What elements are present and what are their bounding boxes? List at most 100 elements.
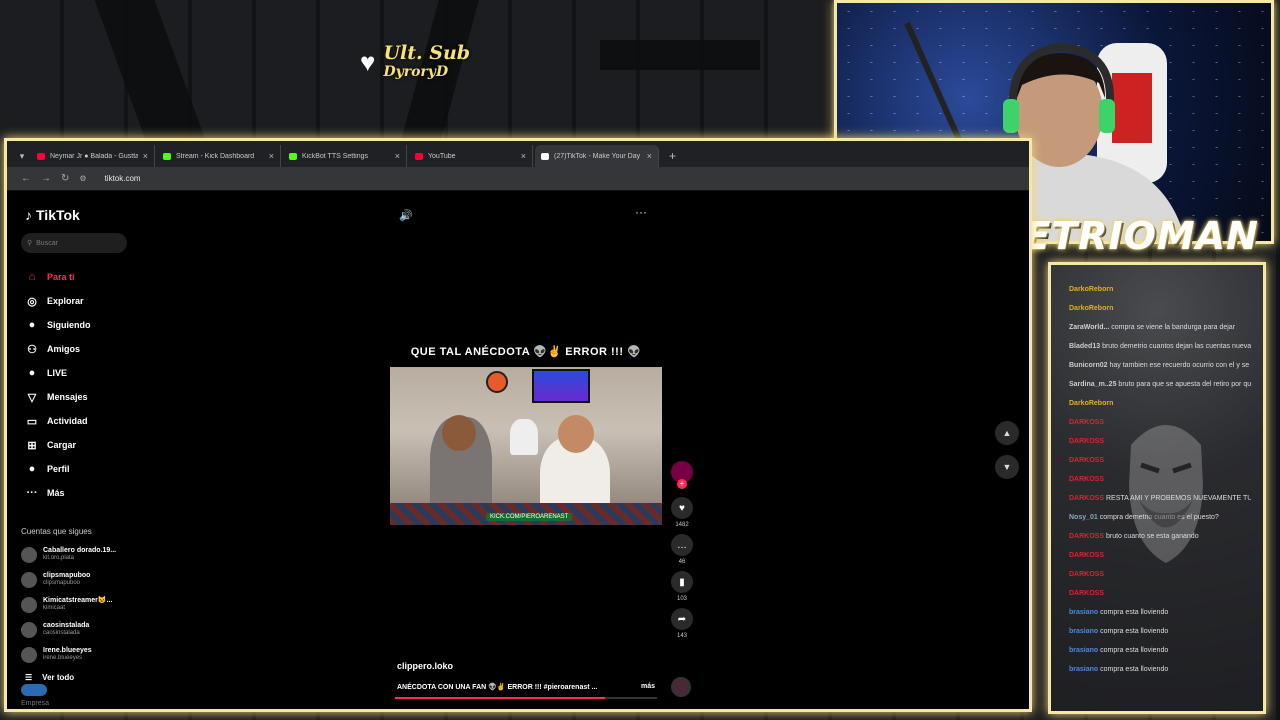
ceiling-beam	[600, 40, 760, 70]
forward-icon[interactable]: →	[41, 173, 51, 184]
previous-video-button[interactable]: ▲	[995, 421, 1019, 445]
sidebar-item-home[interactable]: ⌂ Para ti	[21, 265, 141, 289]
comment-icon[interactable]: …	[671, 534, 693, 556]
chat-username: brasiano	[1069, 628, 1099, 635]
browser-tab[interactable]: (27)TikTok - Make Your Day ×	[535, 145, 659, 167]
youtube-icon	[415, 152, 423, 160]
chat-text: bruto demetrio cuantos dejan las cuentas…	[1102, 343, 1251, 350]
messages-icon: ▽	[27, 391, 37, 404]
close-tab-icon[interactable]: ×	[521, 151, 526, 161]
chat-message: DarkoReborn	[1069, 304, 1251, 313]
home-icon: ⌂	[28, 271, 36, 283]
tab-list: Neymar Jr ● Balada - Gusttavo × Stream - K…	[31, 145, 659, 167]
chat-message: brasiano compra esta lloviendo	[1069, 646, 1251, 655]
music-disc-icon[interactable]	[671, 677, 691, 697]
tiktok-logo[interactable]: ♪ TikTok	[25, 207, 141, 223]
followed-account[interactable]: caosinstalada caosinstalada	[21, 617, 141, 642]
last-sub-label: Ult. Sub	[383, 42, 471, 64]
browser-tab[interactable]: KickBot TTS Settings ×	[283, 145, 407, 167]
comment-action[interactable]: … 46	[671, 534, 693, 565]
back-icon[interactable]: ←	[21, 173, 31, 184]
profile-icon: ●	[28, 463, 36, 475]
followed-account[interactable]: Caballero dorado.19... kit.oro.plata	[21, 542, 141, 567]
sidebar-item-compass[interactable]: ◎ Explorar	[21, 289, 141, 313]
chat-text: compra esta lloviendo	[1100, 628, 1169, 635]
reload-icon[interactable]: ↻	[61, 173, 69, 184]
sidebar-item-label: Actividad	[47, 416, 88, 426]
more-link[interactable]: más	[641, 683, 655, 691]
chat-username: DarkoReborn	[1069, 286, 1114, 293]
sidebar-item-activity[interactable]: ▭ Actividad	[21, 409, 141, 433]
wall-tv	[532, 369, 590, 403]
close-tab-icon[interactable]: ×	[143, 151, 148, 161]
tiktok-sidebar: ♪ TikTok ⚲ Buscar ⌂ Para ti ◎ Explorar ● Sigu…	[21, 203, 141, 707]
volume-icon[interactable]: 🔊	[399, 209, 413, 222]
chat-username: DarkoReborn	[1069, 305, 1114, 312]
chat-message: ZaraWorld... compra se viene la bandurga…	[1069, 323, 1251, 332]
chat-message: brasiano compra esta lloviendo	[1069, 608, 1251, 617]
like-action[interactable]: ♥ 1482	[671, 497, 693, 528]
sidebar-item-friends[interactable]: ⚇ Amigos	[21, 337, 141, 361]
bookmark-icon[interactable]: ▮	[671, 571, 693, 593]
browser-window: ▾ Neymar Jr ● Balada - Gusttavo × Stream -…	[4, 138, 1032, 712]
sidebar-item-more[interactable]: ··· Más	[21, 481, 141, 505]
sidebar-item-upload[interactable]: ⊞ Cargar	[21, 433, 141, 457]
account-name: Caballero dorado.19...	[43, 547, 117, 554]
sidebar-item-following[interactable]: ● Siguiendo	[21, 313, 141, 337]
video-username[interactable]: clippero.loko	[397, 661, 453, 671]
chat-text: compra esta lloviendo	[1100, 666, 1169, 673]
following-list: Caballero dorado.19... kit.oro.plata clips…	[21, 542, 141, 667]
sidebar-item-label: Cargar	[47, 440, 77, 450]
chat-username: Sardina_m..25	[1069, 381, 1117, 388]
chat-message: Sardina_m..25 bruto para que se apuesta …	[1069, 380, 1251, 389]
url-field[interactable]: tiktok.com	[105, 174, 141, 183]
followed-account[interactable]: Irene.blueeyes irene.blueeyes	[21, 642, 141, 667]
browser-tab[interactable]: Stream - Kick Dashboard ×	[157, 145, 281, 167]
next-video-button[interactable]: ▼	[995, 455, 1019, 479]
save-action[interactable]: ▮ 103	[671, 571, 693, 602]
follow-plus-icon[interactable]: +	[677, 479, 687, 489]
video-progress-bar[interactable]	[395, 697, 657, 699]
share-icon[interactable]: ➦	[671, 608, 693, 630]
chat-username: DARKOSS	[1069, 571, 1105, 578]
browser-tab[interactable]: YouTube ×	[409, 145, 533, 167]
followed-account[interactable]: Kimicatstreamer😺... kimicaat	[21, 592, 141, 617]
sidebar-item-messages[interactable]: ▽ Mensajes	[21, 385, 141, 409]
search-input[interactable]: ⚲ Buscar	[21, 233, 127, 253]
browser-tab[interactable]: Neymar Jr ● Balada - Gusttavo ×	[31, 145, 155, 167]
chat-username: ZaraWorld...	[1069, 324, 1110, 331]
close-tab-icon[interactable]: ×	[395, 151, 400, 161]
address-bar-row: ← → ↻ ⚙ tiktok.com	[7, 167, 1029, 191]
footer-link[interactable]: Empresa	[21, 700, 141, 707]
video-player[interactable]: KICK.COM/PIEROARENAST	[390, 367, 662, 525]
close-tab-icon[interactable]: ×	[647, 151, 652, 161]
followed-account[interactable]: clipsmapuboo clipsmapuboo	[21, 567, 141, 592]
search-icon: ⚲	[27, 240, 33, 247]
chat-message: brasiano compra esta lloviendo	[1069, 665, 1251, 674]
chat-username: DARKOSS	[1069, 590, 1105, 597]
theme-toggle[interactable]	[21, 684, 47, 696]
sidebar-item-profile[interactable]: ● Perfil	[21, 457, 141, 481]
heart-icon[interactable]: ♥	[671, 497, 693, 519]
creator-avatar[interactable]: +	[671, 461, 693, 489]
account-name: clipsmapuboo	[43, 572, 91, 579]
chat-username: DARKOSS	[1069, 495, 1105, 502]
site-info-icon[interactable]: ⚙	[79, 174, 86, 183]
sidebar-item-live[interactable]: ● LIVE	[21, 361, 141, 385]
kick-icon	[163, 152, 171, 160]
see-all-link[interactable]: ☰ Ver todo	[21, 673, 141, 682]
new-tab-button[interactable]: +	[661, 145, 684, 167]
person-right-head	[558, 415, 594, 453]
close-tab-icon[interactable]: ×	[269, 151, 274, 161]
chat-message: DARKOSS	[1069, 570, 1251, 579]
youtube-icon	[37, 152, 45, 160]
tab-search-icon[interactable]: ▾	[15, 145, 29, 167]
tab-title: KickBot TTS Settings	[302, 152, 369, 160]
more-options-icon[interactable]: ···	[635, 205, 647, 219]
share-action[interactable]: ➦ 143	[671, 608, 693, 639]
tiktok-wordmark: TikTok	[36, 207, 80, 223]
sidebar-nav: ⌂ Para ti ◎ Explorar ● Siguiendo ⚇ Amigos ● LIVE ▽…	[21, 265, 141, 505]
account-name: Irene.blueeyes	[43, 647, 92, 654]
gaming-chair-accent	[1112, 73, 1152, 143]
comment-count: 46	[678, 559, 686, 565]
